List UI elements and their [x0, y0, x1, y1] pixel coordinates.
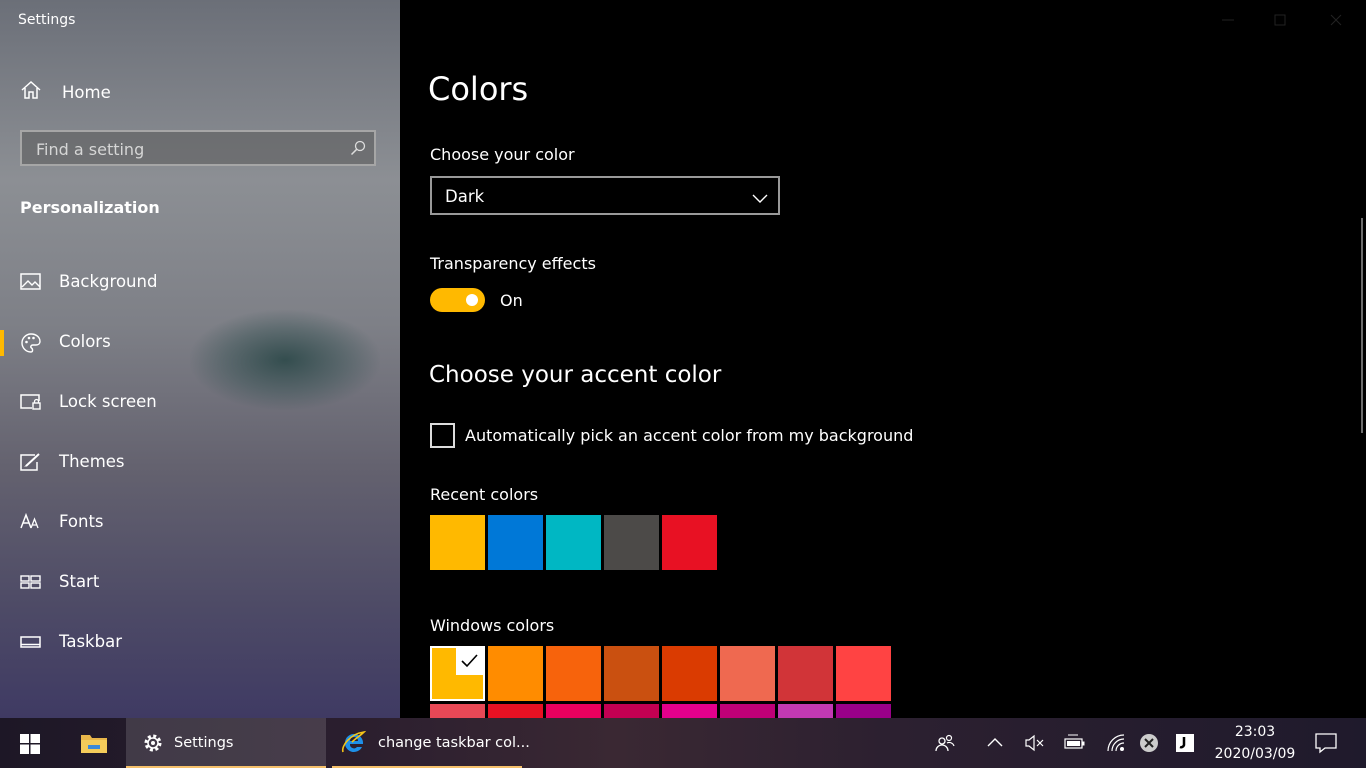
file-explorer-button[interactable] — [64, 718, 124, 768]
minimize-button[interactable] — [1218, 10, 1238, 30]
selection-indicator — [0, 330, 4, 356]
sidebar-item-colors[interactable]: Colors — [0, 322, 400, 362]
clock-date: 2020/03/09 — [1214, 746, 1296, 762]
clock-time: 23:03 — [1234, 724, 1276, 740]
recent-colors-label: Recent colors — [430, 485, 539, 504]
transparency-label: Transparency effects — [430, 254, 596, 273]
fonts-icon — [20, 512, 42, 532]
folder-icon — [81, 735, 107, 753]
auto-accent-label[interactable]: Automatically pick an accent color from … — [465, 426, 913, 445]
search-input[interactable] — [22, 132, 338, 166]
picture-icon — [20, 272, 42, 292]
palette-icon — [20, 332, 42, 353]
clock[interactable]: 23:03 2020/03/09 — [1205, 721, 1305, 765]
sidebar-item-label: Background — [59, 272, 158, 291]
settings-sidebar: Settings Home Personalization Background… — [0, 0, 400, 718]
sidebar-item-lock-screen[interactable]: Lock screen — [0, 382, 400, 422]
taskbar: Settings change taskbar col... 23:03 202… — [0, 718, 1366, 768]
recent-color-swatch[interactable] — [604, 515, 659, 570]
sidebar-item-label: Themes — [59, 452, 125, 471]
accent-color-heading: Choose your accent color — [429, 362, 722, 388]
themes-icon — [20, 452, 42, 472]
sidebar-item-taskbar[interactable]: Taskbar — [0, 622, 400, 662]
task-label: Settings — [174, 735, 234, 751]
wifi-icon[interactable] — [1106, 733, 1126, 753]
windows-color-swatch[interactable] — [778, 646, 833, 701]
sidebar-item-themes[interactable]: Themes — [0, 442, 400, 482]
windows-color-swatch[interactable] — [430, 704, 485, 718]
transparency-toggle[interactable] — [430, 288, 485, 312]
sidebar-item-label: Fonts — [59, 512, 104, 531]
home-label: Home — [62, 82, 111, 102]
windows-color-swatch[interactable] — [546, 704, 601, 718]
color-mode-dropdown[interactable]: Dark — [430, 176, 780, 215]
windows-color-swatch[interactable] — [604, 646, 659, 701]
volume-muted-icon[interactable] — [1024, 733, 1044, 753]
sidebar-item-start[interactable]: Start — [0, 562, 400, 602]
app-tray-icon[interactable] — [1175, 733, 1195, 753]
close-button[interactable] — [1326, 10, 1346, 30]
start-icon — [20, 572, 42, 592]
chevron-down-icon — [752, 189, 768, 208]
people-icon[interactable] — [935, 733, 955, 753]
windows-color-swatch[interactable] — [720, 646, 775, 701]
recent-color-swatch[interactable] — [546, 515, 601, 570]
taskbar-task-browser[interactable]: change taskbar col... — [332, 718, 530, 768]
windows-color-swatch[interactable] — [836, 704, 891, 718]
taskbar-icon — [20, 632, 42, 652]
scrollbar[interactable] — [1361, 218, 1363, 433]
checkmark-icon — [456, 648, 483, 675]
home-icon — [20, 79, 42, 105]
sidebar-item-label: Start — [59, 572, 100, 591]
chevron-up-icon[interactable] — [985, 733, 1005, 753]
page-title: Colors — [428, 70, 529, 108]
taskbar-task-settings[interactable]: Settings — [126, 718, 326, 768]
close-circle-icon[interactable] — [1139, 733, 1159, 753]
windows-color-swatch[interactable] — [720, 704, 775, 718]
auto-accent-checkbox[interactable] — [430, 423, 455, 448]
recent-color-swatch[interactable] — [662, 515, 717, 570]
windows-color-swatch[interactable] — [488, 704, 543, 718]
windows-color-swatch[interactable] — [662, 646, 717, 701]
sidebar-item-fonts[interactable]: Fonts — [0, 502, 400, 542]
windows-color-swatch[interactable] — [662, 704, 717, 718]
sidebar-item-label: Lock screen — [59, 392, 157, 411]
home-nav-item[interactable]: Home — [20, 80, 111, 104]
notification-icon[interactable] — [1315, 732, 1337, 754]
app-title: Settings — [18, 12, 76, 28]
windows-colors-label: Windows colors — [430, 616, 555, 635]
windows-color-swatch[interactable] — [546, 646, 601, 701]
toggle-knob — [466, 294, 478, 306]
transparency-state: On — [500, 291, 523, 310]
color-mode-value: Dark — [445, 187, 485, 206]
windows-color-swatch[interactable] — [604, 704, 659, 718]
lock-screen-icon — [20, 392, 42, 412]
section-title: Personalization — [20, 198, 160, 217]
gear-icon — [142, 732, 164, 754]
windows-color-swatch-selected[interactable] — [430, 646, 485, 701]
battery-icon[interactable] — [1064, 733, 1085, 753]
recent-color-swatch[interactable] — [488, 515, 543, 570]
colors-page: Colors Choose your color Dark Transparen… — [400, 0, 1366, 718]
windows-color-swatch[interactable] — [488, 646, 543, 701]
task-label: change taskbar col... — [378, 735, 530, 751]
sidebar-item-background[interactable]: Background — [0, 262, 400, 302]
start-button[interactable] — [0, 718, 60, 768]
internet-explorer-icon — [340, 730, 368, 756]
sidebar-item-label: Taskbar — [59, 632, 122, 651]
sidebar-item-label: Colors — [59, 332, 111, 351]
search-icon[interactable] — [350, 140, 366, 160]
choose-color-label: Choose your color — [430, 145, 575, 164]
windows-color-swatch[interactable] — [778, 704, 833, 718]
recent-color-swatch[interactable] — [430, 515, 485, 570]
windows-color-swatch[interactable] — [836, 646, 891, 701]
search-box[interactable] — [20, 130, 376, 166]
maximize-button[interactable] — [1270, 10, 1290, 30]
